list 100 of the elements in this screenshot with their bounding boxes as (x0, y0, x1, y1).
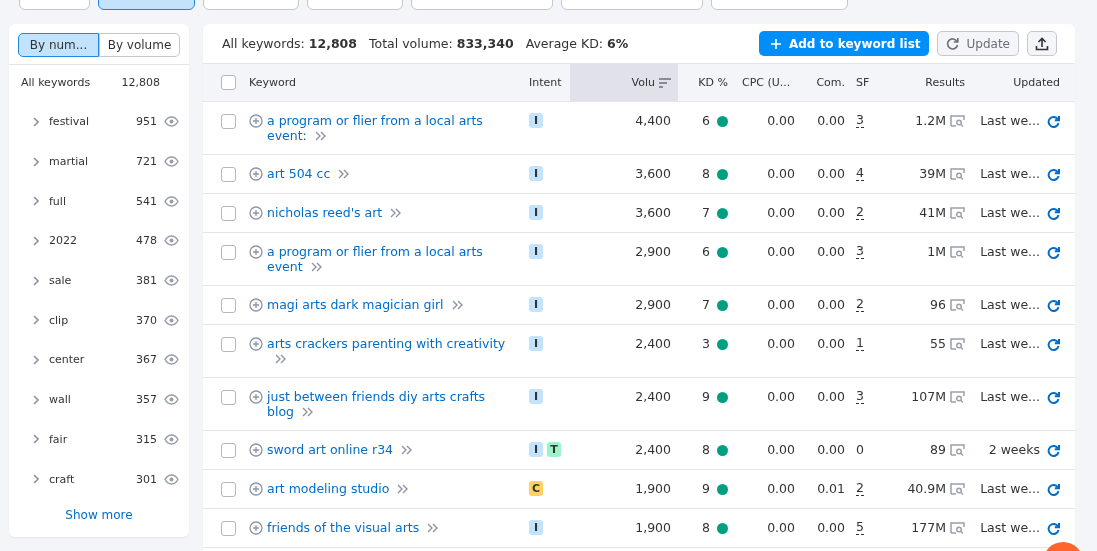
serp-features-cell[interactable]: 3 (856, 113, 864, 128)
refresh-icon[interactable] (1047, 115, 1060, 128)
row-checkbox[interactable] (221, 245, 236, 260)
chevron-right-icon[interactable] (33, 196, 39, 207)
column-header[interactable]: SF (856, 76, 870, 89)
eye-icon[interactable] (164, 314, 179, 326)
plus-circle-icon[interactable] (249, 167, 263, 181)
column-header[interactable]: KD % (698, 76, 728, 89)
serp-preview-icon[interactable] (950, 522, 965, 534)
serp-features-cell[interactable]: 2 (856, 297, 864, 312)
row-checkbox[interactable] (221, 482, 236, 497)
column-header[interactable]: Intent (529, 76, 562, 89)
keyword-link[interactable]: nicholas reed's art (267, 205, 509, 220)
group-label[interactable]: clip (49, 313, 136, 327)
group-label[interactable]: wall (49, 393, 136, 407)
plus-circle-icon[interactable] (249, 206, 263, 220)
plus-circle-icon[interactable] (249, 443, 263, 457)
group-label[interactable]: center (49, 353, 136, 367)
group-label[interactable]: 2022 (49, 234, 136, 248)
eye-icon[interactable] (164, 235, 179, 247)
chevron-right-icon[interactable] (33, 156, 39, 167)
refresh-icon[interactable] (1047, 391, 1060, 404)
eye-icon[interactable] (164, 116, 179, 128)
serp-preview-icon[interactable] (950, 338, 965, 350)
refresh-icon[interactable] (1047, 338, 1060, 351)
plus-circle-icon[interactable] (249, 482, 263, 496)
serp-preview-icon[interactable] (950, 299, 965, 311)
serp-features-cell[interactable]: 2 (856, 481, 864, 496)
eye-icon[interactable] (164, 433, 179, 445)
keyword-link[interactable]: arts crackers parenting with creativity (267, 336, 509, 366)
serp-features-cell[interactable]: 3 (856, 244, 864, 259)
column-header[interactable]: Volu (631, 76, 655, 89)
double-chevron-icon[interactable] (338, 169, 351, 179)
column-header[interactable]: Updated (1013, 76, 1060, 89)
export-button[interactable] (1027, 31, 1057, 56)
chevron-right-icon[interactable] (33, 235, 39, 246)
double-chevron-icon[interactable] (275, 354, 287, 364)
row-checkbox[interactable] (221, 206, 236, 221)
group-label[interactable]: martial (49, 155, 136, 169)
plus-circle-icon[interactable] (249, 245, 263, 259)
group-label[interactable]: festival (49, 115, 136, 129)
keyword-link[interactable]: friends of the visual arts (267, 520, 509, 535)
row-checkbox[interactable] (221, 298, 236, 313)
row-checkbox[interactable] (221, 443, 236, 458)
serp-features-cell[interactable]: 5 (856, 520, 864, 535)
serp-preview-icon[interactable] (950, 391, 965, 403)
refresh-icon[interactable] (1047, 522, 1060, 535)
row-checkbox[interactable] (221, 167, 236, 182)
serp-preview-icon[interactable] (950, 207, 965, 219)
double-chevron-icon[interactable] (427, 523, 440, 533)
row-checkbox[interactable] (221, 390, 236, 405)
refresh-icon[interactable] (1047, 299, 1060, 312)
plus-circle-icon[interactable] (249, 337, 263, 351)
serp-features-cell[interactable]: 3 (856, 389, 864, 404)
serp-preview-icon[interactable] (950, 444, 965, 456)
row-checkbox[interactable] (221, 337, 236, 352)
plus-circle-icon[interactable] (249, 114, 263, 128)
chevron-right-icon[interactable] (33, 434, 39, 445)
chevron-right-icon[interactable] (33, 354, 39, 365)
show-more-link[interactable]: Show more (65, 507, 133, 522)
plus-circle-icon[interactable] (249, 390, 263, 404)
eye-icon[interactable] (164, 394, 179, 406)
serp-features-cell[interactable]: 4 (856, 166, 864, 181)
serp-features-cell[interactable]: 2 (856, 205, 864, 220)
refresh-icon[interactable] (1047, 207, 1060, 220)
double-chevron-icon[interactable] (390, 208, 403, 218)
eye-icon[interactable] (164, 195, 179, 207)
keyword-link[interactable]: magi arts dark magician girl (267, 297, 509, 312)
serp-features-cell[interactable]: 1 (856, 336, 864, 351)
eye-icon[interactable] (164, 354, 179, 366)
refresh-icon[interactable] (1047, 444, 1060, 457)
column-header[interactable]: Keyword (249, 76, 296, 89)
chevron-right-icon[interactable] (33, 275, 39, 286)
double-chevron-icon[interactable] (451, 300, 464, 310)
refresh-icon[interactable] (1047, 168, 1060, 181)
keyword-link[interactable]: art modeling studio (267, 481, 509, 496)
column-header[interactable]: Results (925, 76, 965, 89)
group-label[interactable]: full (49, 194, 136, 208)
refresh-icon[interactable] (1047, 246, 1060, 259)
row-checkbox[interactable] (221, 521, 236, 536)
chevron-right-icon[interactable] (33, 394, 39, 405)
plus-circle-icon[interactable] (249, 521, 263, 535)
refresh-icon[interactable] (1047, 483, 1060, 496)
double-chevron-icon[interactable] (302, 407, 314, 417)
keyword-link[interactable]: art 504 cc (267, 166, 509, 181)
column-header[interactable]: Com. (816, 76, 845, 89)
column-header[interactable]: CPC (U... (742, 76, 791, 89)
row-checkbox[interactable] (221, 114, 236, 129)
serp-preview-icon[interactable] (950, 483, 965, 495)
keyword-link[interactable]: a program or flier from a local arts event (267, 244, 509, 274)
update-button[interactable]: Update (936, 31, 1019, 56)
chevron-right-icon[interactable] (33, 116, 39, 127)
chevron-right-icon[interactable] (33, 315, 39, 326)
group-label[interactable]: craft (49, 472, 136, 486)
eye-icon[interactable] (164, 275, 179, 287)
keyword-link[interactable]: just between friends diy arts crafts blog (267, 389, 509, 419)
serp-preview-icon[interactable] (950, 246, 965, 258)
eye-icon[interactable] (164, 473, 179, 485)
group-tab[interactable]: By num... (18, 33, 99, 57)
keyword-link[interactable]: a program or flier from a local arts event: (267, 113, 509, 143)
